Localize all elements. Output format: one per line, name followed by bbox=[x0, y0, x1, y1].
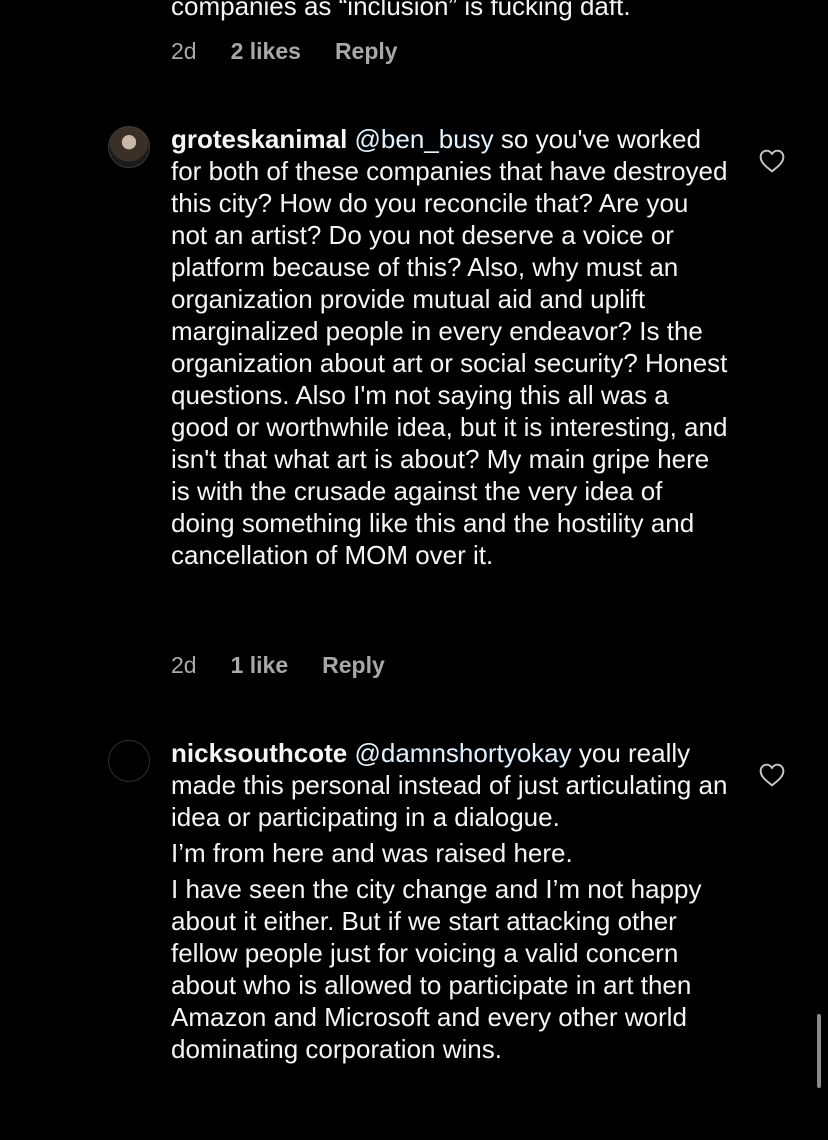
comment-username[interactable]: groteskanimal bbox=[171, 124, 347, 154]
heart-outline-icon[interactable] bbox=[759, 149, 785, 173]
comment-mention[interactable]: @damnshortyokay bbox=[354, 738, 571, 768]
comment-text: groteskanimal @ben_busy so you've worked… bbox=[171, 123, 731, 571]
comment-body: companies as “inclusion” is fucking daft… bbox=[171, 0, 631, 21]
comment-paragraph: I’m from here and was raised here. bbox=[171, 838, 573, 868]
comment-body: nicksouthcote @damnshortyokay you really… bbox=[171, 737, 731, 833]
heart-outline-icon[interactable] bbox=[759, 763, 785, 787]
comment-meta: 2d 2 likes Reply bbox=[171, 38, 398, 65]
comment-mention[interactable]: @ben_busy bbox=[355, 124, 494, 154]
comment-body: groteskanimal @ben_busy so you've worked… bbox=[171, 123, 731, 571]
comment-likes-button[interactable]: 1 like bbox=[231, 652, 289, 679]
comment-message: so you've worked for both of these compa… bbox=[171, 124, 728, 570]
comment-meta: 2d 1 like Reply bbox=[171, 652, 385, 679]
avatar[interactable] bbox=[108, 740, 150, 782]
avatar[interactable] bbox=[108, 126, 150, 168]
scrollbar[interactable] bbox=[817, 1014, 821, 1088]
reply-button[interactable]: Reply bbox=[322, 652, 385, 679]
reply-button[interactable]: Reply bbox=[335, 38, 398, 65]
comment-text-partial: companies as “inclusion” is fucking daft… bbox=[171, 0, 731, 22]
comment-likes-button[interactable]: 2 likes bbox=[231, 38, 301, 65]
comment-text: nicksouthcote @damnshortyokay you really… bbox=[171, 737, 731, 1065]
comment-username[interactable]: nicksouthcote bbox=[171, 738, 347, 768]
comment-paragraph: I have seen the city change and I’m not … bbox=[171, 874, 702, 1064]
comment-timestamp: 2d bbox=[171, 38, 197, 64]
comment-timestamp: 2d bbox=[171, 652, 197, 678]
